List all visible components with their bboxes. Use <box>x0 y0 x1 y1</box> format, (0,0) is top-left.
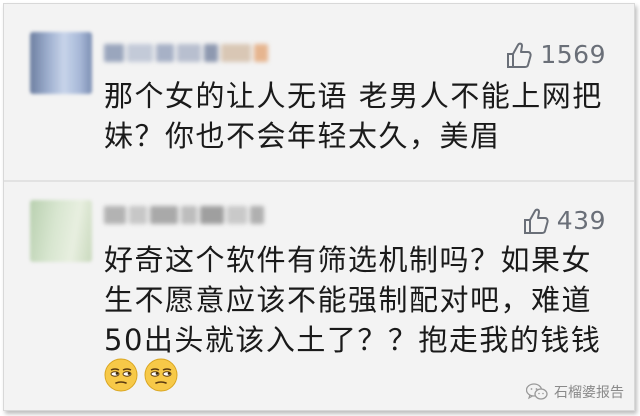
watermark: 石榴婆报告 <box>526 382 624 402</box>
wechat-icon <box>526 383 548 400</box>
like-count: 439 <box>556 206 606 235</box>
comment-line: 妹？你也不会年轻太久，美眉 <box>104 119 501 153</box>
comment-item: 439 好奇这个软件有筛选机制吗？如果女 生不愿意应该不能强制配对吧，难道 50… <box>4 182 634 410</box>
comment-item: 1569 那个女的让人无语 老男人不能上网把 妹？你也不会年轻太久，美眉 <box>4 4 634 180</box>
like-count: 1569 <box>540 40 606 69</box>
username-blurred[interactable] <box>104 42 268 64</box>
comment-line: 好奇这个软件有筛选机制吗？如果女 <box>104 243 593 277</box>
comment-line: 生不愿意应该不能强制配对吧，难道 <box>104 283 593 317</box>
like-button[interactable]: 1569 <box>506 40 606 69</box>
username-blurred[interactable] <box>104 204 264 226</box>
thumbs-up-icon <box>523 208 549 234</box>
watermark-text: 石榴婆报告 <box>554 385 624 401</box>
comment-line: 50出头就该入土了？？抱走我的钱钱 <box>104 323 602 357</box>
comment-text: 那个女的让人无语 老男人不能上网把 妹？你也不会年轻太久，美眉 <box>104 76 612 156</box>
unamused-face-icon <box>104 358 138 392</box>
emoji-row <box>104 358 178 392</box>
avatar[interactable] <box>30 32 92 94</box>
thumbs-up-icon <box>507 42 532 68</box>
screenshot-frame: 1569 那个女的让人无语 老男人不能上网把 妹？你也不会年轻太久，美眉 439 <box>3 3 635 411</box>
unamused-face-icon <box>144 358 178 392</box>
avatar[interactable] <box>30 200 92 262</box>
like-button[interactable]: 439 <box>523 206 606 235</box>
comment-text: 好奇这个软件有筛选机制吗？如果女 生不愿意应该不能强制配对吧，难道 50出头就该… <box>104 240 612 360</box>
comment-line: 那个女的让人无语 老男人不能上网把 <box>104 79 603 113</box>
